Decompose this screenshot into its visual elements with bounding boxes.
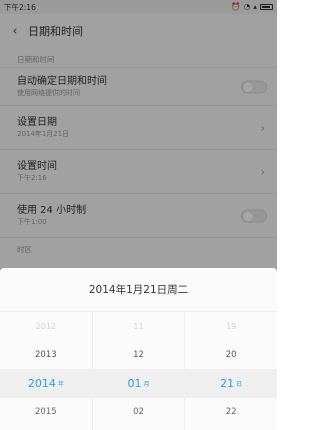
month-wheel[interactable]: 11 12 01 月 02 — [91, 312, 185, 430]
day-option[interactable]: 19 — [185, 312, 277, 341]
date-picker-dialog: 2014年1月21日周二 2012 2013 2014 年 2015 11 12 … — [0, 268, 277, 430]
year-option[interactable]: 2015 — [0, 398, 92, 427]
day-selected-value: 21 — [220, 376, 235, 390]
year-selected-value: 2014 — [27, 376, 56, 390]
year-option[interactable]: 2013 — [0, 341, 92, 370]
day-wheel[interactable]: 19 20 21 日 22 — [184, 312, 277, 430]
month-option[interactable]: 02 — [93, 398, 185, 427]
dialog-title: 2014年1月21日周二 — [0, 268, 277, 312]
day-unit: 日 — [236, 380, 243, 388]
year-option[interactable]: 2012 — [0, 312, 92, 341]
year-wheel[interactable]: 2012 2013 2014 年 2015 — [0, 312, 92, 430]
date-picker-wheels: 2012 2013 2014 年 2015 11 12 01 月 02 19 20 … — [0, 312, 277, 430]
month-selected[interactable]: 01 月 — [93, 369, 185, 398]
month-selected-value: 01 — [127, 376, 142, 390]
month-option[interactable]: 12 — [93, 341, 185, 370]
year-unit: 年 — [57, 380, 64, 388]
day-option[interactable]: 20 — [185, 341, 277, 370]
month-unit: 月 — [143, 380, 150, 388]
day-selected[interactable]: 21 日 — [185, 369, 277, 398]
day-option[interactable]: 22 — [185, 398, 277, 427]
year-selected[interactable]: 2014 年 — [0, 369, 92, 398]
month-option[interactable]: 11 — [93, 312, 185, 341]
